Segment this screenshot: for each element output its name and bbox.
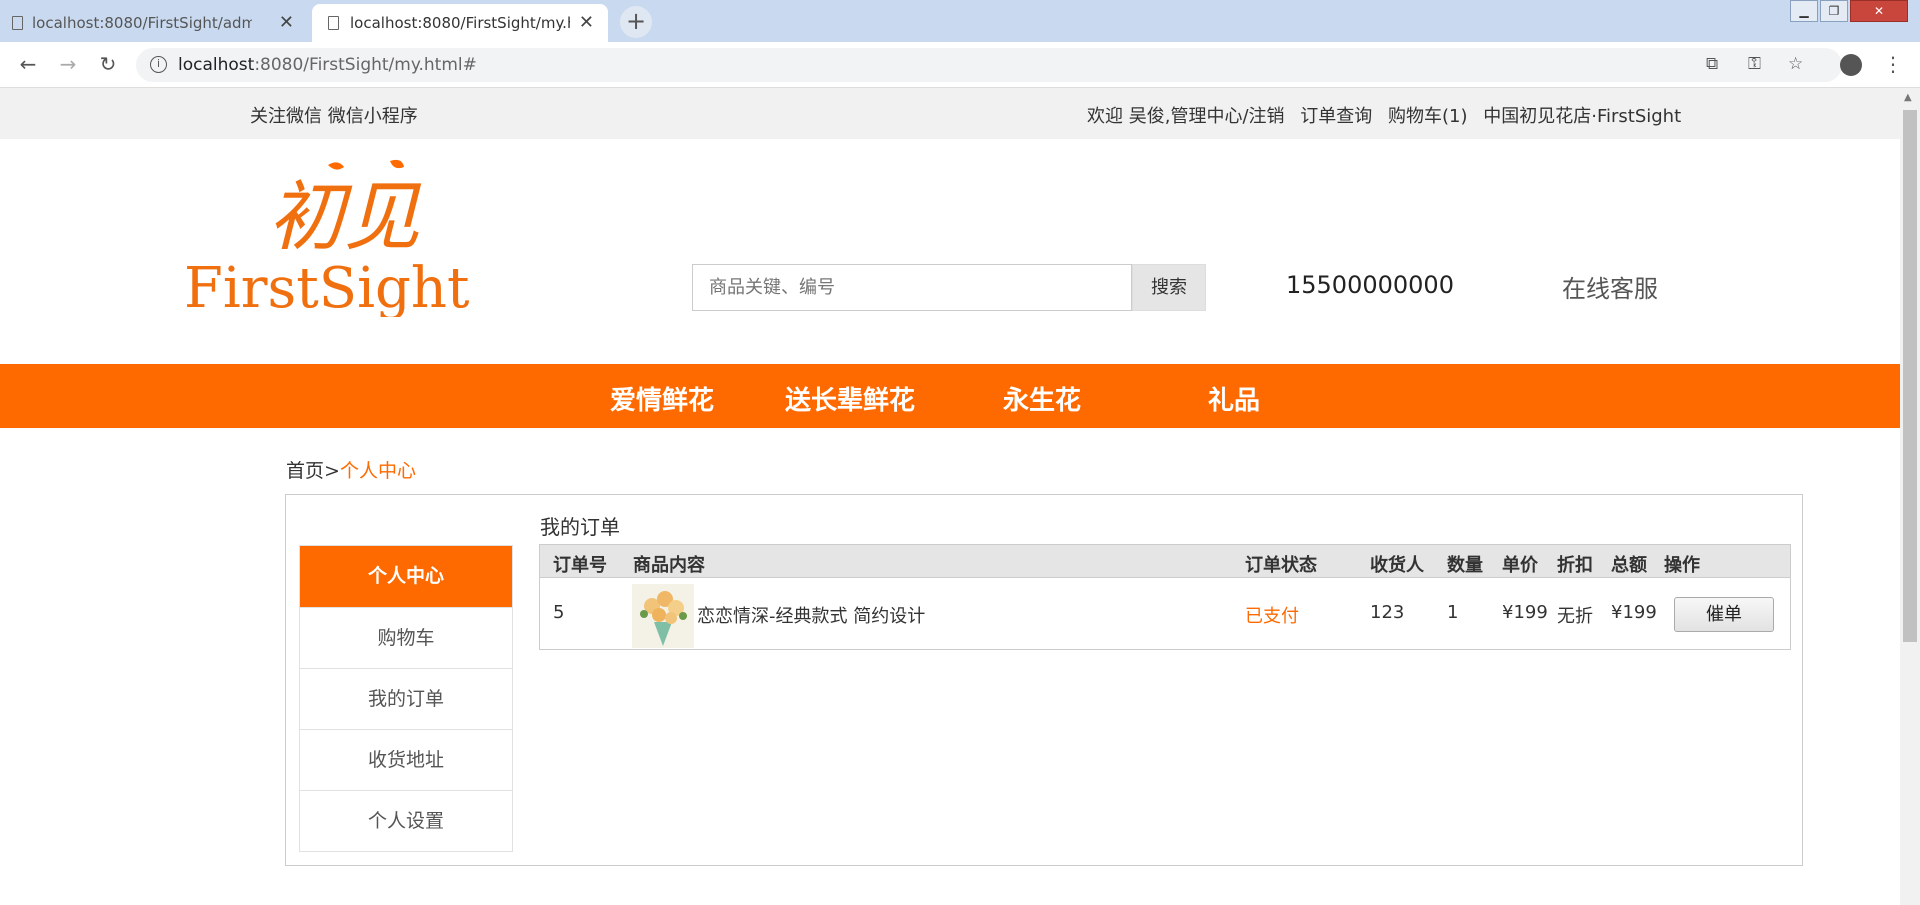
browser-tab-my[interactable]: localhost:8080/FirstSight/my.html ✕ <box>312 4 608 42</box>
url-text[interactable]: localhost:8080/FirstSight/my.html# <box>178 55 477 75</box>
discount: 无折 <box>1557 606 1593 627</box>
search-button[interactable]: 搜索 <box>1132 264 1206 311</box>
wechat-links[interactable]: 关注微信 微信小程序 <box>250 102 418 128</box>
orders-title: 我的订单 <box>540 515 620 539</box>
tab-title: localhost:8080/FirstSight/my.html <box>350 14 570 32</box>
breadcrumb-home[interactable]: 首页 <box>286 460 324 482</box>
leaf-icon <box>328 162 344 170</box>
new-tab-button[interactable]: + <box>620 6 652 38</box>
logo-chinese-text: 初见 <box>268 172 422 261</box>
page-scrollbar[interactable]: ▲ <box>1900 88 1920 905</box>
col-header: 单价 <box>1502 555 1538 576</box>
search-input[interactable] <box>692 264 1132 311</box>
col-header: 商品内容 <box>633 555 705 576</box>
menu-icon[interactable]: ⋮ <box>1883 52 1903 76</box>
welcome-link[interactable]: 欢迎 吴俊,管理中心/注销 <box>1087 106 1285 127</box>
star-icon[interactable]: ☆ <box>1788 54 1803 74</box>
sidebar-item-addresses[interactable]: 收货地址 <box>300 729 512 790</box>
reload-icon[interactable]: ↻ <box>94 50 122 78</box>
orders-table: 订单号 商品内容 订单状态 收货人 数量 单价 折扣 总额 操作 5 恋恋情深-… <box>539 544 1791 650</box>
breadcrumb-separator: > <box>324 460 340 482</box>
cart-link[interactable]: 购物车(1) <box>1388 106 1468 127</box>
total: ¥199 <box>1611 602 1657 623</box>
site-info-icon[interactable]: i <box>150 56 167 73</box>
top-bar: 关注微信 微信小程序 欢迎 吴俊,管理中心/注销 订单查询 购物车(1) 中国初… <box>0 88 1900 139</box>
col-header: 数量 <box>1447 555 1483 576</box>
nav-item-elder-flowers[interactable]: 送长辈鲜花 <box>785 380 915 417</box>
unit-price: ¥199 <box>1502 602 1548 623</box>
table-row: 5 恋恋情深-经典款式 简约设计 已支付 123 1 ¥199 无折 ¥199 … <box>540 578 1790 650</box>
window-close-button[interactable]: ✕ <box>1850 0 1908 22</box>
browser-tab-admin[interactable]: localhost:8080/FirstSight/admin.html ✕ <box>0 4 308 42</box>
sidebar-item-cart[interactable]: 购物车 <box>300 607 512 668</box>
table-header: 订单号 商品内容 订单状态 收货人 数量 单价 折扣 总额 操作 <box>540 545 1790 578</box>
quantity: 1 <box>1447 602 1459 623</box>
shop-brand-link[interactable]: 中国初见花店·FirstSight <box>1483 106 1681 127</box>
close-tab-icon[interactable]: ✕ <box>579 12 594 33</box>
document-icon <box>328 16 339 30</box>
nav-item-preserved-flowers[interactable]: 永生花 <box>1003 380 1081 417</box>
tab-title: localhost:8080/FirstSight/admin.html <box>32 14 252 32</box>
browser-tab-bar: localhost:8080/FirstSight/admin.html ✕ l… <box>0 0 1920 42</box>
col-header: 订单号 <box>553 555 607 576</box>
order-query-link[interactable]: 订单查询 <box>1300 106 1372 127</box>
breadcrumb-current: 个人中心 <box>339 460 416 482</box>
address-bar: ← → ↻ i localhost:8080/FirstSight/my.htm… <box>0 42 1920 88</box>
key-icon[interactable]: ⚿ <box>1748 54 1761 74</box>
urge-order-button[interactable]: 催单 <box>1674 597 1774 632</box>
sidebar-item-settings[interactable]: 个人设置 <box>300 790 512 851</box>
online-service-link[interactable]: 在线客服 <box>1562 269 1658 304</box>
forward-icon[interactable]: → <box>54 50 82 78</box>
col-header: 订单状态 <box>1245 555 1317 576</box>
hotline-phone: 15500000000 <box>1286 271 1454 299</box>
order-id: 5 <box>553 602 565 623</box>
col-header: 折扣 <box>1557 555 1593 576</box>
account-panel: 个人中心 购物车 我的订单 收货地址 个人设置 我的订单 订单号 商品内容 订单… <box>285 494 1803 866</box>
col-header: 总额 <box>1611 555 1647 576</box>
firstsight-logo[interactable]: 初见 FirstSight <box>180 157 470 317</box>
breadcrumb: 首页>个人中心 <box>286 456 416 483</box>
logo-english-text: FirstSight <box>184 256 470 317</box>
document-icon <box>12 16 23 30</box>
translate-icon[interactable]: ⧉ <box>1706 54 1718 74</box>
minimize-button[interactable]: ▁ <box>1790 0 1818 22</box>
close-tab-icon[interactable]: ✕ <box>279 12 294 33</box>
scroll-up-icon[interactable]: ▲ <box>1904 92 1912 103</box>
receiver: 123 <box>1370 602 1405 623</box>
page-content: 关注微信 微信小程序 欢迎 吴俊,管理中心/注销 订单查询 购物车(1) 中国初… <box>0 88 1900 905</box>
leaf-icon <box>390 159 404 169</box>
account-sidebar: 个人中心 购物车 我的订单 收货地址 个人设置 <box>299 545 513 852</box>
scrollbar-thumb[interactable] <box>1903 110 1917 642</box>
sidebar-item-personal-center[interactable]: 个人中心 <box>300 546 512 607</box>
main-nav: 爱情鲜花 送长辈鲜花 永生花 礼品 <box>0 364 1900 428</box>
nav-item-gifts[interactable]: 礼品 <box>1208 380 1260 417</box>
profile-icon[interactable] <box>1840 54 1862 76</box>
restore-button[interactable]: ❐ <box>1820 0 1848 22</box>
col-header: 收货人 <box>1370 555 1424 576</box>
back-icon[interactable]: ← <box>14 50 42 78</box>
user-links: 欢迎 吴俊,管理中心/注销 订单查询 购物车(1) 中国初见花店·FirstSi… <box>1087 102 1681 128</box>
bouquet-thumbnail[interactable] <box>632 584 694 648</box>
col-header: 操作 <box>1664 555 1700 576</box>
order-status: 已支付 <box>1245 606 1299 627</box>
url-omnibox[interactable]: i localhost:8080/FirstSight/my.html# ⧉ ⚿… <box>136 48 1842 82</box>
nav-item-love-flowers[interactable]: 爱情鲜花 <box>610 380 714 417</box>
sidebar-item-my-orders[interactable]: 我的订单 <box>300 668 512 729</box>
product-link[interactable]: 恋恋情深-经典款式 简约设计 <box>697 602 925 628</box>
header: 初见 FirstSight 搜索 15500000000 在线客服 <box>0 139 1900 364</box>
